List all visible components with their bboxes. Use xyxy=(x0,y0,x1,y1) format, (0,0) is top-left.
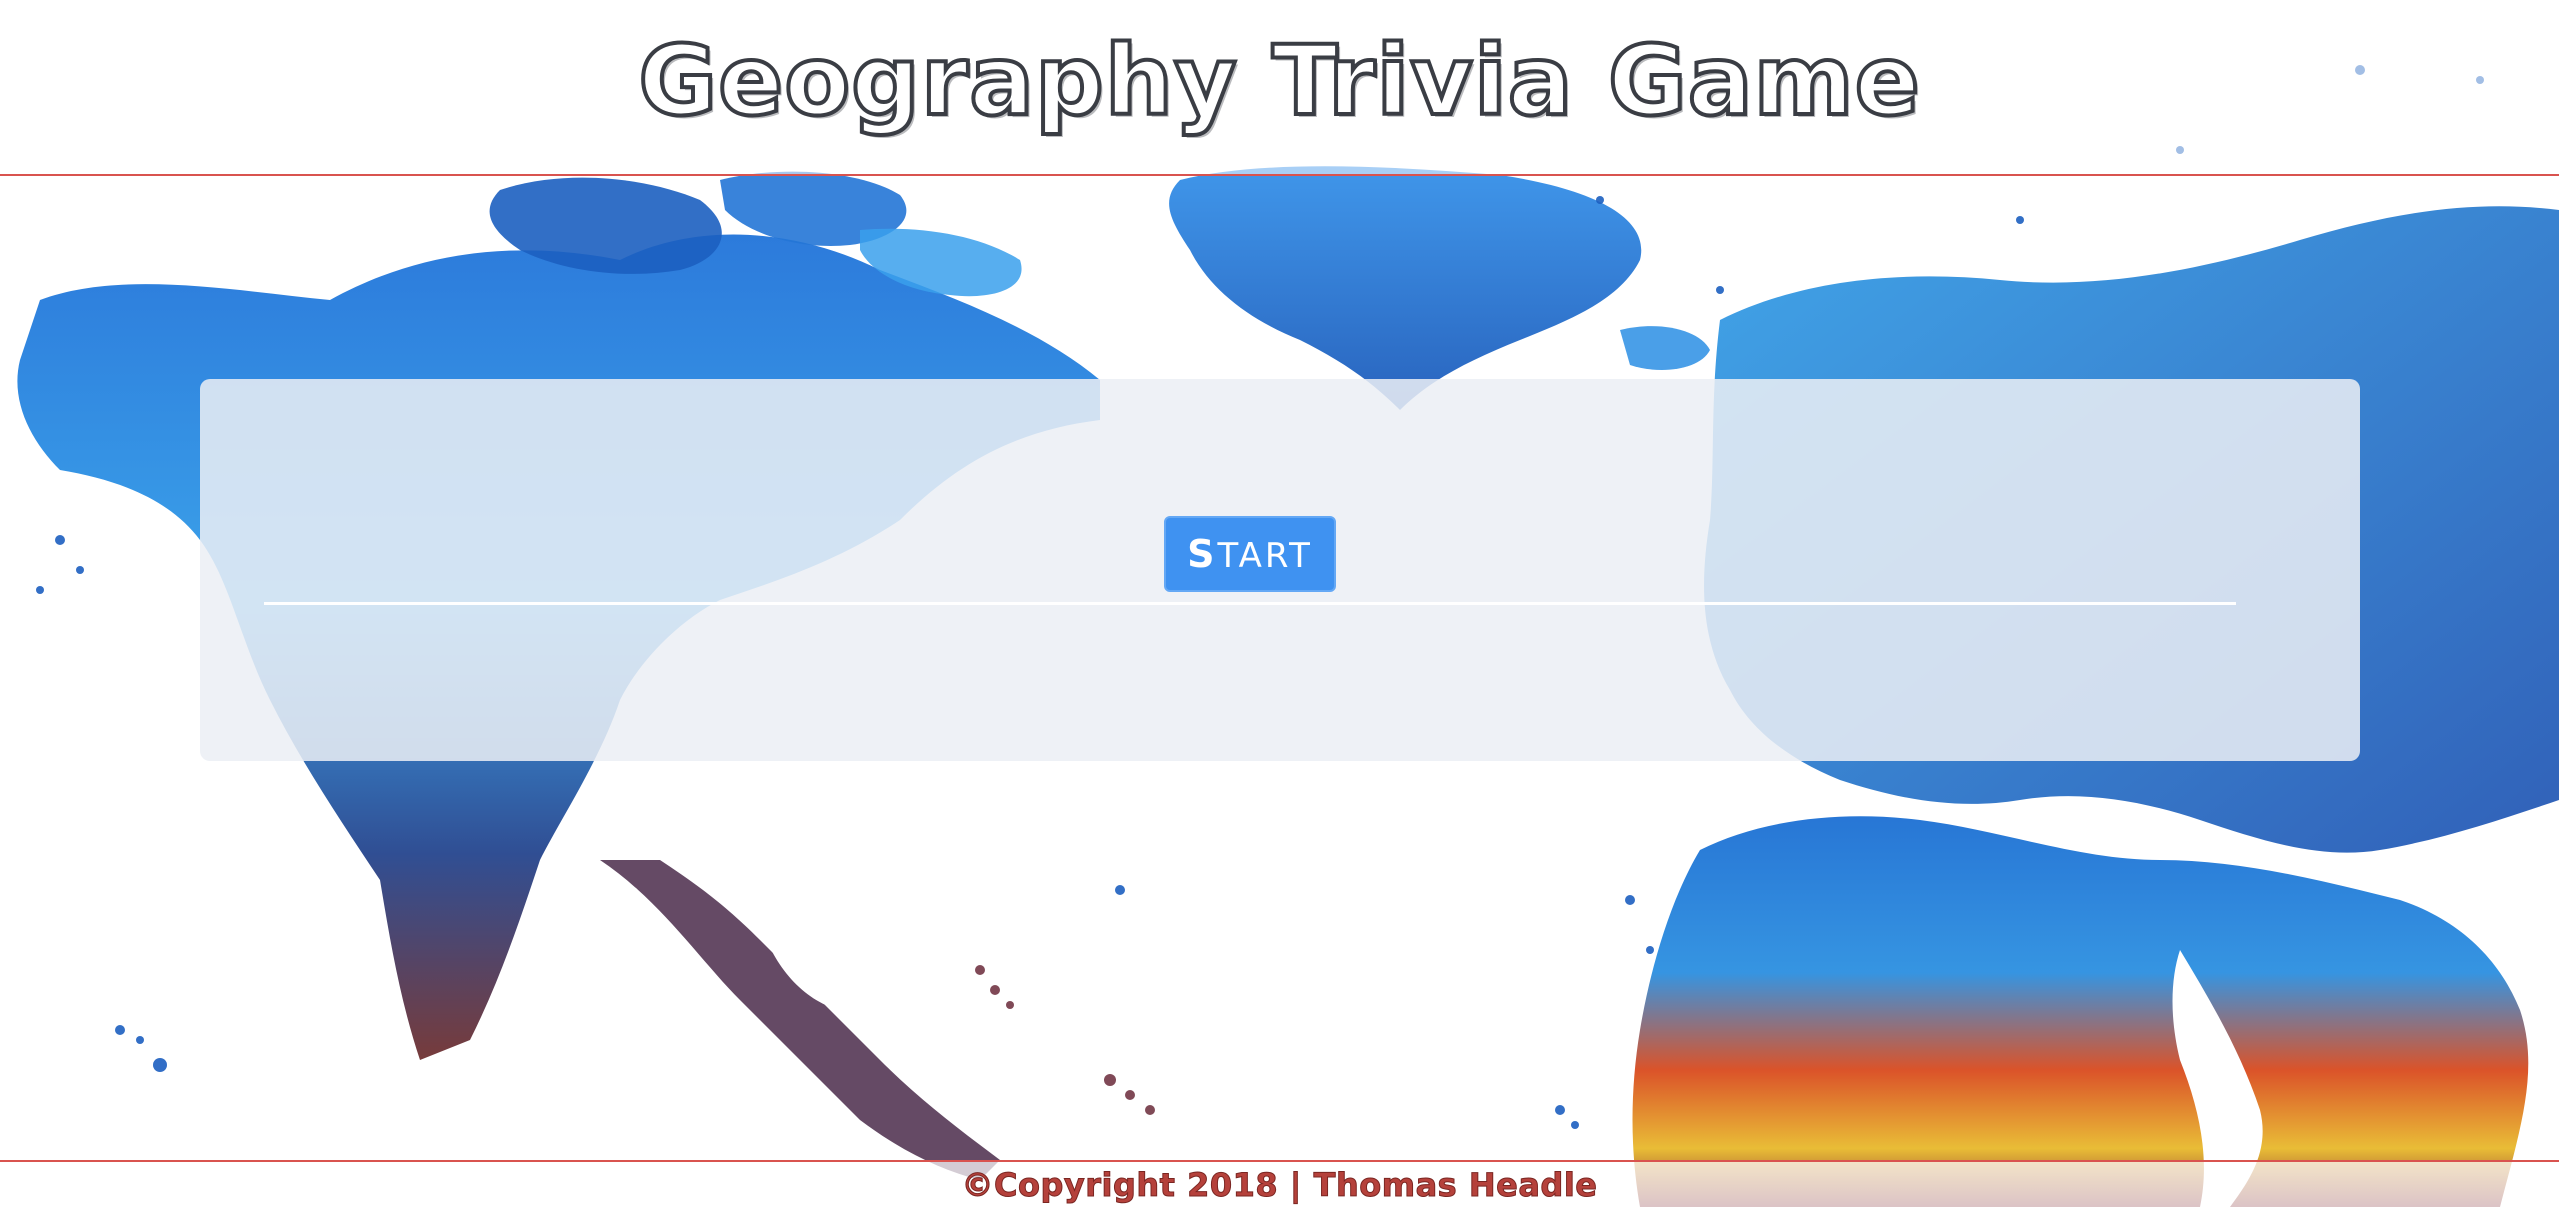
start-button[interactable]: START xyxy=(1164,516,1336,592)
page: Geography Trivia Game START ©Copyright 2… xyxy=(0,0,2559,1207)
footer: ©Copyright 2018 | Thomas Headle xyxy=(0,1160,2559,1207)
copyright-text: ©Copyright 2018 | Thomas Headle xyxy=(961,1165,1598,1204)
panel-divider xyxy=(264,602,2236,605)
page-title: Geography Trivia Game xyxy=(636,25,1921,137)
header: Geography Trivia Game xyxy=(0,0,2559,176)
game-panel: START xyxy=(200,379,2360,761)
